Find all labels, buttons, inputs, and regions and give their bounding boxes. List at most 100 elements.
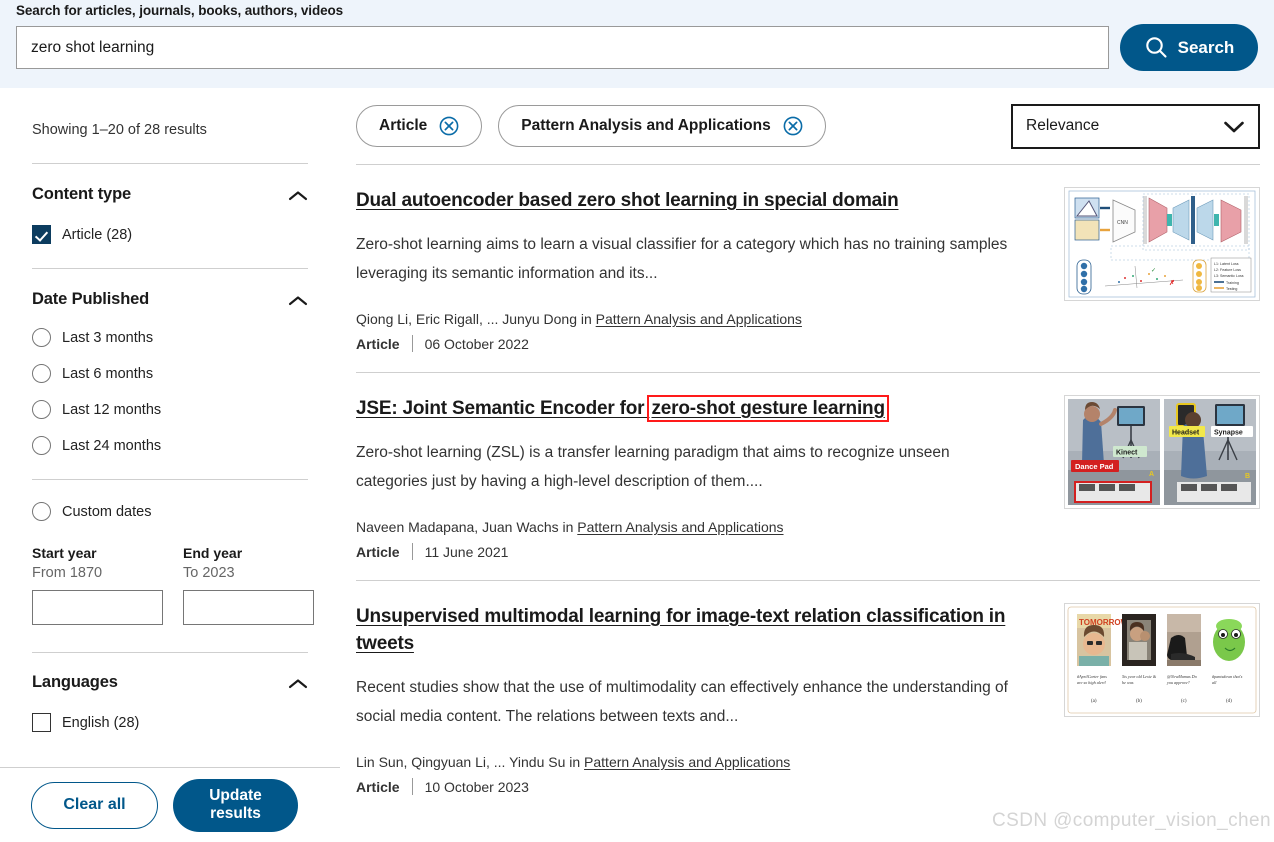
checkbox-article[interactable] — [32, 225, 51, 244]
checkbox-english[interactable] — [32, 713, 51, 732]
result-thumbnail[interactable]: Dance Pad Kinect A Headset Synapse B — [1064, 395, 1260, 509]
end-year-hint: To 2023 — [183, 565, 235, 581]
facet-languages-header[interactable]: Languages — [32, 673, 308, 692]
filter-option-last-24-months[interactable]: Last 24 months — [32, 436, 308, 455]
result-body: JSE: Joint Semantic Encoder for zero-sho… — [356, 395, 1044, 560]
svg-text:✓: ✓ — [1151, 268, 1156, 274]
svg-text:B: B — [1245, 473, 1250, 480]
svg-text:L1: Latent Loss: L1: Latent Loss — [1214, 262, 1239, 266]
chevron-down-icon — [1223, 120, 1245, 139]
search-row: Search — [16, 24, 1258, 71]
custom-date-range: Start year From 1870 End year To 2023 — [32, 544, 314, 625]
result-body: Dual autoencoder based zero shot learnin… — [356, 187, 1044, 352]
separator — [411, 335, 413, 352]
result-authors-line: Qiong Li, Eric Rigall, ... Junyu Dong in… — [356, 309, 1044, 329]
end-year-label: End year — [183, 545, 243, 561]
filter-chip-article[interactable]: Article — [356, 105, 483, 147]
filter-option-english[interactable]: English (28) — [32, 713, 308, 732]
search-icon — [1144, 35, 1169, 60]
filter-actions-bar: Clear all Update results — [0, 767, 340, 842]
result-journal-link[interactable]: Pattern Analysis and Applications — [584, 754, 790, 770]
svg-text:#pantsdown that's: #pantsdown that's — [1212, 674, 1243, 679]
svg-text:(b): (b) — [1136, 699, 1142, 704]
sort-dropdown[interactable]: Relevance — [1011, 103, 1260, 149]
svg-text:#AprilCarter fans: #AprilCarter fans — [1077, 674, 1107, 679]
result-authors-line: Naveen Madapana, Juan Wachs in Pattern A… — [356, 517, 1044, 537]
filter-option-article[interactable]: Article (28) — [32, 225, 308, 244]
filter-label-last-24-months: Last 24 months — [62, 437, 162, 454]
result-item: JSE: Joint Semantic Encoder for zero-sho… — [356, 373, 1260, 581]
svg-text:5is year old Lexie &: 5is year old Lexie & — [1122, 674, 1157, 679]
result-thumbnail[interactable]: TOMORROW #AprilCarter fans are so high a… — [1064, 603, 1260, 717]
radio-last-6-months[interactable] — [32, 364, 51, 383]
result-thumbnail[interactable]: CNN ✓ ✗ L1: Latent Loss L2: Feature Loss… — [1064, 187, 1260, 301]
result-date: 10 October 2023 — [424, 778, 529, 795]
facet-date-published-header[interactable]: Date Published — [32, 290, 308, 309]
separator — [411, 543, 413, 560]
result-type-line: Article 11 June 2021 — [356, 543, 1044, 560]
svg-text:he was: he was — [1122, 680, 1134, 685]
result-type-line: Article 06 October 2022 — [356, 335, 1044, 352]
filter-label-custom-dates: Custom dates — [62, 503, 152, 520]
filter-option-custom-dates[interactable]: Custom dates — [32, 502, 308, 521]
chevron-up-icon — [288, 189, 308, 201]
radio-last-3-months[interactable] — [32, 328, 51, 347]
result-content-type: Article — [356, 335, 400, 352]
end-year-input[interactable] — [183, 590, 314, 625]
result-title-link[interactable]: Unsupervised multimodal learning for ima… — [356, 606, 1005, 654]
svg-text:A: A — [1149, 471, 1154, 478]
filter-label-last-12-months: Last 12 months — [62, 401, 162, 418]
result-title-link[interactable]: JSE: Joint Semantic Encoder for zero-sho… — [356, 395, 889, 422]
start-year-label: Start year — [32, 545, 97, 561]
result-journal-link[interactable]: Pattern Analysis and Applications — [596, 311, 802, 327]
sort-dropdown-value: Relevance — [1026, 117, 1100, 134]
svg-text:you approve?: you approve? — [1166, 680, 1191, 685]
divider — [32, 479, 308, 480]
close-circle-icon[interactable] — [439, 116, 459, 136]
svg-text:@NewMamas Do: @NewMamas Do — [1167, 674, 1197, 679]
divider — [32, 268, 308, 269]
radio-last-24-months[interactable] — [32, 436, 51, 455]
result-item: Unsupervised multimodal learning for ima… — [356, 581, 1260, 815]
result-title-link[interactable]: Dual autoencoder based zero shot learnin… — [356, 190, 899, 211]
filter-option-last-12-months[interactable]: Last 12 months — [32, 400, 308, 419]
active-filter-chips: Article Pattern Analysis and Application… — [356, 105, 1011, 147]
svg-text:Training: Training — [1226, 281, 1239, 285]
result-date: 11 June 2021 — [424, 543, 509, 560]
result-item: Dual autoencoder based zero shot learnin… — [356, 165, 1260, 373]
radio-last-12-months[interactable] — [32, 400, 51, 419]
results-main: Article Pattern Analysis and Application… — [356, 88, 1260, 842]
filter-chip-journal[interactable]: Pattern Analysis and Applications — [498, 105, 826, 147]
search-button[interactable]: Search — [1119, 24, 1258, 71]
facet-content-type-header[interactable]: Content type — [32, 185, 308, 204]
results-toolbar: Article Pattern Analysis and Application… — [356, 88, 1260, 164]
svg-text:✗: ✗ — [1169, 279, 1175, 287]
result-journal-link[interactable]: Pattern Analysis and Applications — [577, 519, 783, 535]
radio-custom-dates[interactable] — [32, 502, 51, 521]
end-year-group: End year To 2023 — [183, 544, 314, 625]
result-content-type: Article — [356, 543, 400, 560]
update-results-line2: results — [210, 805, 261, 822]
result-abstract: Zero-shot learning aims to learn a visua… — [356, 236, 1008, 282]
clear-all-button[interactable]: Clear all — [31, 781, 158, 829]
svg-text:(c): (c) — [1181, 699, 1187, 704]
filter-option-last-3-months[interactable]: Last 3 months — [32, 328, 308, 347]
svg-text:(a): (a) — [1091, 699, 1097, 704]
chevron-up-icon — [288, 294, 308, 306]
search-header: Search for articles, journals, books, au… — [0, 0, 1274, 88]
update-results-button[interactable]: Update results — [173, 778, 298, 832]
filter-label-article: Article (28) — [62, 226, 133, 243]
result-body: Unsupervised multimodal learning for ima… — [356, 603, 1044, 795]
result-authors: Qiong Li, Eric Rigall, ... Junyu Dong in — [356, 311, 596, 327]
filter-option-last-6-months[interactable]: Last 6 months — [32, 364, 308, 383]
search-label: Search for articles, journals, books, au… — [16, 3, 344, 18]
filter-label-last-3-months: Last 3 months — [62, 329, 154, 346]
result-title-prefix: JSE: Joint Semantic Encoder for — [356, 398, 650, 419]
start-year-input[interactable] — [32, 590, 163, 625]
filter-label-last-6-months: Last 6 months — [62, 365, 154, 382]
svg-text:Headset: Headset — [1172, 430, 1200, 437]
results-list: Dual autoencoder based zero shot learnin… — [356, 164, 1260, 815]
search-input[interactable] — [16, 26, 1109, 69]
close-circle-icon[interactable] — [783, 116, 803, 136]
facet-title-date-published: Date Published — [32, 290, 150, 308]
